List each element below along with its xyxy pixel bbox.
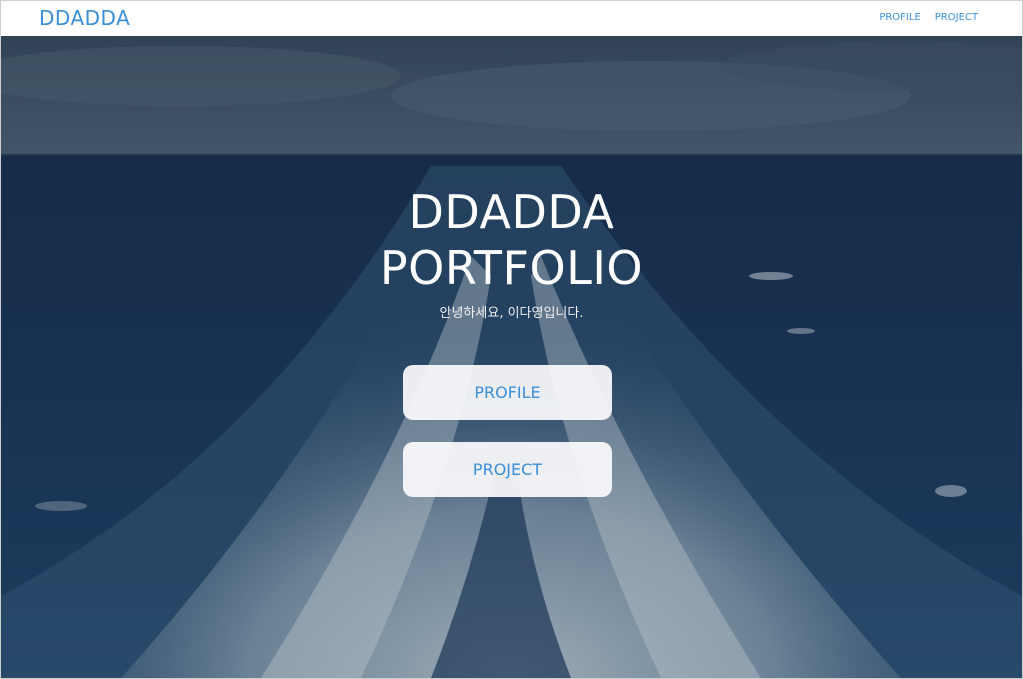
hero-title-line-1: DDADDA	[408, 185, 615, 239]
hero-subtitle: 안녕하세요, 이다영입니다.	[439, 306, 584, 321]
profile-button[interactable]: PROFILE	[403, 365, 612, 420]
nav-link-project[interactable]: PROJECT	[935, 12, 978, 23]
top-navbar: DDADDA PROFILE PROJECT	[1, 1, 1022, 36]
hero-title-line-2: PORTFOLIO	[379, 241, 644, 295]
hero-title: DDADDA PORTFOLIO	[1, 184, 1022, 296]
page: DDADDA PROFILE PROJECT DDADDA PORTFOLIO …	[0, 0, 1023, 679]
hero-content: DDADDA PORTFOLIO 안녕하세요, 이다영입니다. PROFILE …	[1, 36, 1022, 678]
project-button[interactable]: PROJECT	[403, 442, 612, 497]
brand-logo-link[interactable]: DDADDA	[39, 6, 130, 30]
hero-section: DDADDA PORTFOLIO 안녕하세요, 이다영입니다. PROFILE …	[1, 36, 1022, 678]
nav-link-profile[interactable]: PROFILE	[879, 12, 920, 23]
nav-links: PROFILE PROJECT	[879, 12, 978, 23]
